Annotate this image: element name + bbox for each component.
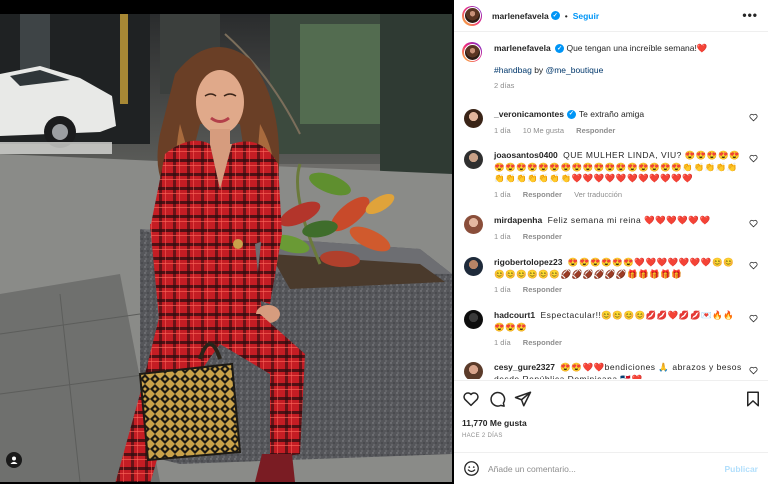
share-icon[interactable]	[514, 390, 532, 408]
heart-icon[interactable]	[749, 113, 758, 122]
comment-time: 1 día	[494, 189, 511, 199]
post-caption: marlenefavela ✓ Que tengan una increíble…	[462, 42, 758, 92]
post-header: marlenefavela ✓ • Seguir •••	[454, 0, 768, 32]
comments-list[interactable]: marlenefavela ✓ Que tengan una increíble…	[454, 33, 768, 379]
comment-item: joaosantos0400 QUE MULHER LINDA, VIU? 😍😍…	[462, 150, 760, 200]
comment-avatar[interactable]	[464, 362, 483, 379]
heart-icon[interactable]	[749, 154, 758, 163]
user-tag-icon	[10, 456, 18, 464]
comment-avatar[interactable]	[464, 310, 483, 329]
post-details-panel: marlenefavela ✓ • Seguir ••• marlenefave…	[454, 0, 768, 484]
comment-avatar[interactable]	[464, 150, 483, 169]
comment-item: hadcourt1 Espectacular!!😊😊😊😊💋💋❤️💋💋💌🔥🔥😍😍😍…	[462, 310, 760, 349]
comment-avatar[interactable]	[464, 257, 483, 276]
heart-icon[interactable]	[749, 314, 758, 323]
verified-icon: ✓	[550, 11, 560, 20]
save-icon[interactable]	[744, 390, 762, 408]
heart-icon[interactable]	[749, 366, 758, 375]
comment-time: 1 día	[494, 338, 511, 347]
caption-username[interactable]: marlenefavela	[494, 43, 551, 53]
caption-time: 2 días	[494, 81, 515, 90]
post-date: HACE 2 DÍAS	[462, 433, 503, 439]
comment-likes[interactable]: 10 Me gusta	[523, 126, 564, 135]
post-image	[0, 14, 452, 482]
comment-item: rigobertolopez23 😍😍😍😍😍😍❤️❤️❤️❤️❤️❤️❤️😊😊😊…	[462, 257, 760, 296]
translate-button[interactable]: Ver traducción	[574, 190, 622, 199]
author-username[interactable]: marlenefavela	[492, 11, 549, 21]
comment-avatar[interactable]	[464, 215, 483, 234]
verified-icon: ✓	[566, 110, 576, 120]
post-actions: 11,770 Me gusta HACE 2 DÍAS	[454, 380, 768, 452]
mention-link[interactable]: @me_boutique	[546, 65, 604, 75]
comment-item: cesy_gure2327 😍😍❤️❤️bendiciones 🙏 abrazo…	[462, 362, 760, 379]
comment-time: 1 día	[494, 231, 511, 241]
emoji-icon[interactable]	[463, 460, 480, 477]
comment-username[interactable]: rigobertolopez23	[494, 257, 562, 267]
reply-button[interactable]: Responder	[523, 232, 562, 241]
user-tag-button[interactable]	[6, 452, 22, 468]
caption-by: by	[534, 65, 544, 75]
comment-text: Feliz semana mi reina ❤️❤️❤️❤️❤️❤️	[547, 215, 711, 225]
heart-icon[interactable]	[749, 261, 758, 270]
comment-username[interactable]: mirdapenha	[494, 215, 542, 225]
comment-username[interactable]: hadcourt1	[494, 310, 535, 320]
likes-count[interactable]: 11,770 Me gusta	[462, 418, 527, 428]
reply-button[interactable]: Responder	[576, 126, 615, 135]
comment-input[interactable]	[488, 463, 708, 474]
comment-username[interactable]: joaosantos0400	[494, 150, 558, 160]
comment-username[interactable]: cesy_gure2327	[494, 362, 555, 372]
verified-icon: ✓	[555, 44, 565, 54]
comment-avatar[interactable]	[464, 109, 483, 128]
add-comment-bar: Publicar	[454, 452, 768, 484]
comment-username[interactable]: _veronicamontes	[494, 109, 564, 119]
hashtag-link[interactable]: #handbag	[494, 65, 532, 75]
reply-button[interactable]: Responder	[523, 190, 562, 199]
follow-button[interactable]: Seguir	[573, 11, 599, 21]
heart-icon[interactable]	[749, 219, 758, 228]
caption-avatar[interactable]	[462, 42, 482, 62]
comment-icon[interactable]	[488, 390, 506, 408]
separator-dot: •	[564, 10, 568, 21]
comment-time: 1 día	[494, 285, 511, 294]
author-avatar[interactable]	[462, 5, 482, 26]
publish-button[interactable]: Publicar	[724, 464, 758, 474]
reply-button[interactable]: Responder	[523, 338, 562, 347]
post-photo[interactable]	[0, 14, 452, 482]
reply-button[interactable]: Responder	[523, 285, 562, 294]
comment-time: 1 día	[494, 125, 511, 135]
comment-text: Te extraño amiga	[578, 109, 645, 119]
comment-item: _veronicamontes ✓ Te extraño amiga 1 día 1…	[462, 109, 760, 136]
heart-icon[interactable]	[462, 390, 480, 408]
comment-item: mirdapenha Feliz semana mi reina ❤️❤️❤️❤…	[462, 215, 760, 242]
more-options-icon[interactable]: •••	[742, 9, 758, 21]
caption-text: Que tengan una increíble semana!❤️	[566, 43, 708, 53]
